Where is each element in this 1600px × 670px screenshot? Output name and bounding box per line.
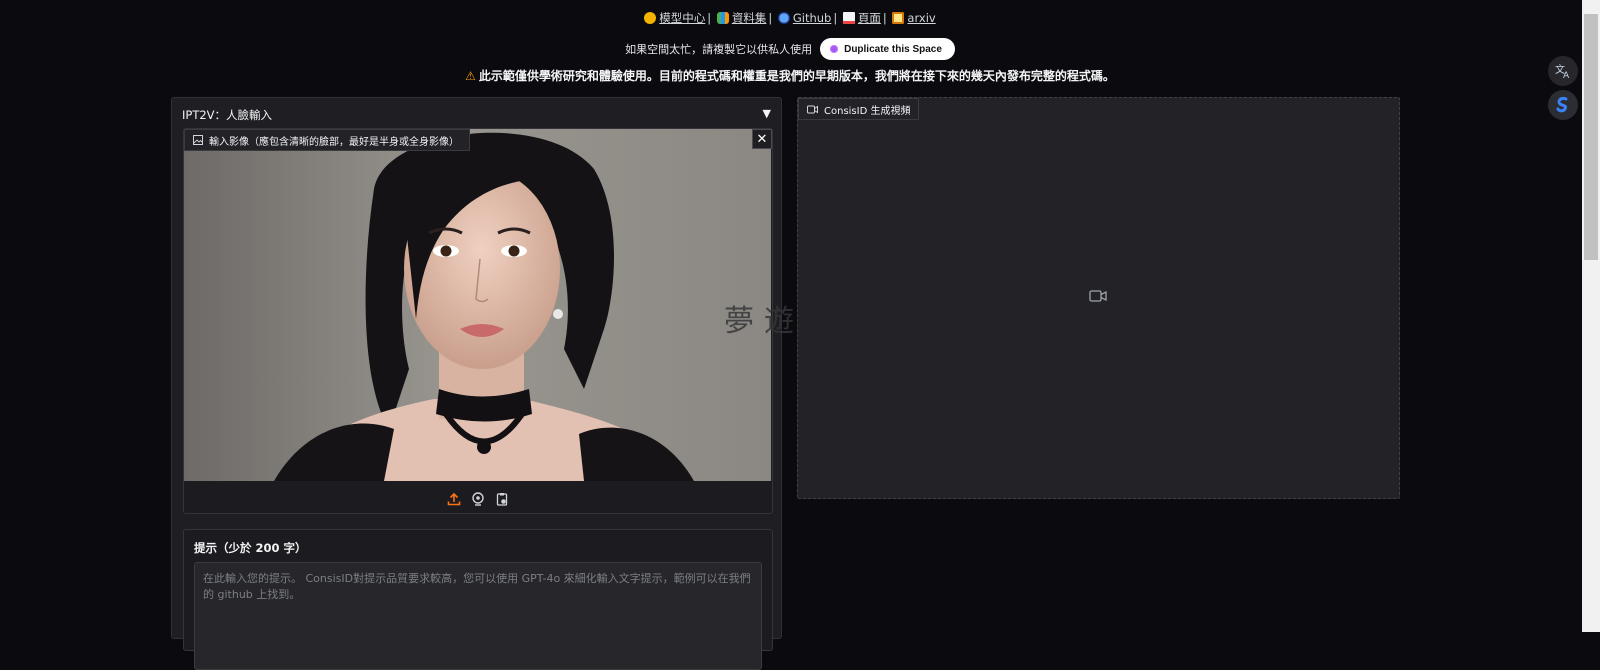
prompt-section: 提示（少於 200 字） xyxy=(183,529,773,670)
duplicate-row: 如果空間太忙，請複製它以供私人使用 Duplicate this Space xyxy=(0,38,1580,60)
video-label-text: ConsisID 生成視頻 xyxy=(824,105,911,117)
link-github[interactable]: Github xyxy=(793,11,832,25)
video-placeholder-icon xyxy=(1089,290,1107,302)
assistant-button[interactable] xyxy=(1548,90,1578,120)
separator: | xyxy=(882,11,887,25)
translate-button[interactable]: 文A xyxy=(1548,56,1578,86)
books-icon xyxy=(716,12,729,24)
translate-icon: 文A xyxy=(1555,63,1570,79)
warning-banner: ⚠ 此示範僅供學術研究和體驗使用。目前的程式碼和權重是我們的早期版本，我們將在接下… xyxy=(0,67,1580,84)
collapse-toggle[interactable]: ▼ xyxy=(763,107,771,120)
link-arxiv[interactable]: arxiv xyxy=(907,11,935,25)
svg-text:A: A xyxy=(1563,71,1570,79)
scrollbar-thumb[interactable] xyxy=(1584,14,1598,260)
busy-text: 如果空間太忙，請複製它以供私人使用 xyxy=(625,43,813,56)
duplicate-label: Duplicate this Space xyxy=(844,43,942,55)
image-label: 輸入影像（應包含清晰的臉部，最好是半身或全身影像） xyxy=(184,129,470,151)
header-links: 模型中心 | 資料集 | Github | 頁面 | arxiv xyxy=(0,10,1580,26)
assistant-icon xyxy=(1556,97,1568,113)
upload-icon[interactable] xyxy=(447,492,461,506)
separator: | xyxy=(833,11,838,25)
globe-icon xyxy=(777,12,790,24)
separator: | xyxy=(768,11,773,25)
video-icon xyxy=(807,105,818,113)
clipboard-icon[interactable] xyxy=(495,492,509,506)
warning-text: 此示範僅供學術研究和體驗使用。目前的程式碼和權重是我們的早期版本，我們將在接下來… xyxy=(478,69,1115,83)
hugging-face-icon xyxy=(644,12,657,24)
webcam-icon[interactable] xyxy=(471,492,485,506)
input-photo xyxy=(184,129,771,481)
face-input-panel: IPT2V：人臉輸入 ▼ 輸入影像（應包含清晰的臉部，最好是半身或全身影像） ✕ xyxy=(171,97,782,670)
scroll-icon xyxy=(892,12,905,24)
separator: | xyxy=(707,11,712,25)
duplicate-space-button[interactable]: Duplicate this Space xyxy=(820,38,955,60)
image-label-text: 輸入影像（應包含清晰的臉部，最好是半身或全身影像） xyxy=(209,136,459,148)
video-output-panel: ConsisID 生成視頻 xyxy=(797,97,1400,499)
link-datasets[interactable]: 資料集 xyxy=(732,11,767,25)
warning-icon: ⚠ xyxy=(465,69,476,83)
clear-image-button[interactable]: ✕ xyxy=(752,129,772,149)
panel-title: IPT2V：人臉輸入 xyxy=(182,108,273,122)
image-tools xyxy=(184,489,772,509)
video-label: ConsisID 生成視頻 xyxy=(798,98,920,120)
link-model-hub[interactable]: 模型中心 xyxy=(659,11,705,25)
link-page[interactable]: 頁面 xyxy=(858,11,881,25)
image-input[interactable]: 輸入影像（應包含清晰的臉部，最好是半身或全身影像） ✕ xyxy=(183,128,773,514)
prompt-input[interactable] xyxy=(194,562,762,670)
prompt-label: 提示（少於 200 字） xyxy=(194,541,307,555)
image-icon xyxy=(193,135,203,145)
page-icon xyxy=(842,12,855,24)
duplicate-icon xyxy=(830,45,839,53)
